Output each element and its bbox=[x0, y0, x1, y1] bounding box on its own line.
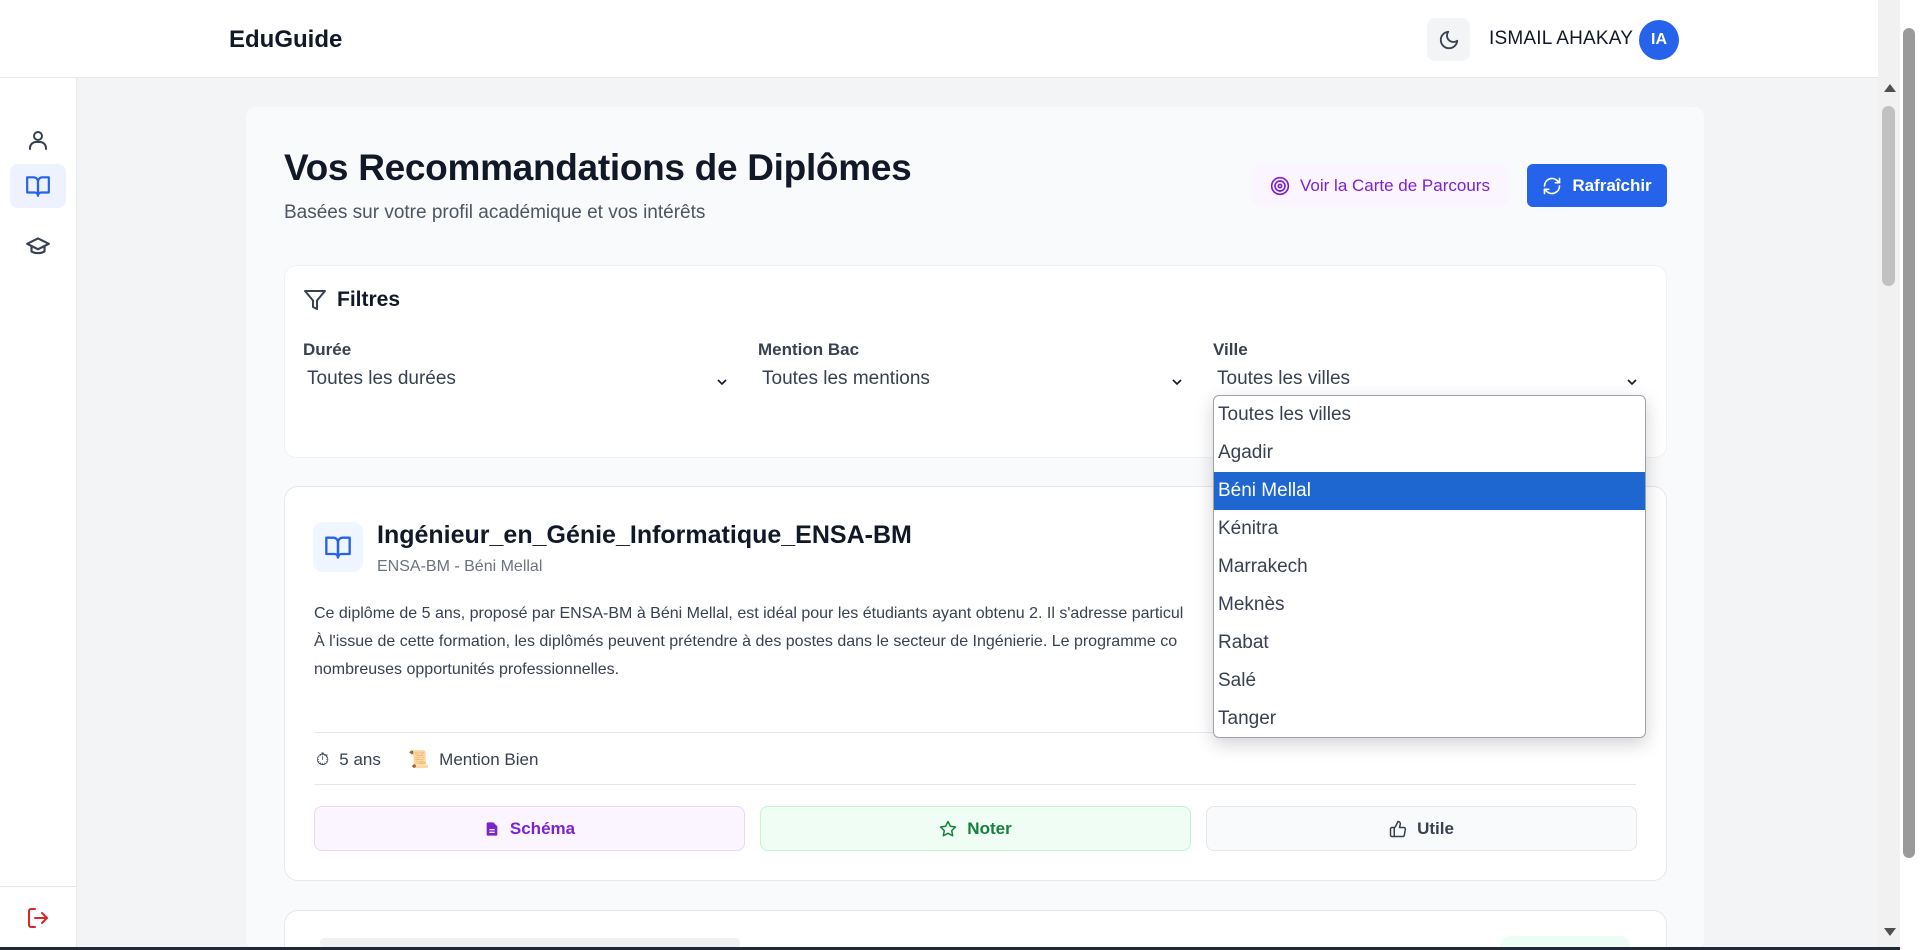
city-option[interactable]: Toutes les villes bbox=[1214, 396, 1645, 434]
useful-button[interactable]: Utile bbox=[1206, 806, 1637, 851]
avatar[interactable]: IA bbox=[1639, 20, 1679, 60]
scroll-thumb[interactable] bbox=[1882, 106, 1895, 286]
diploma-school: ENSA-BM - Béni Mellal bbox=[377, 558, 543, 575]
target-icon bbox=[1270, 176, 1290, 195]
filter-heading: Filtres bbox=[303, 288, 400, 312]
description-line: Ce diplôme de 5 ans, proposé par ENSA-BM… bbox=[314, 605, 1184, 622]
scroll-icon: 📜 bbox=[408, 750, 430, 769]
window-scrollbar[interactable] bbox=[1900, 0, 1920, 950]
view-path-map-label: Voir la Carte de Parcours bbox=[1300, 175, 1490, 195]
refresh-button[interactable]: Rafraîchir bbox=[1527, 164, 1667, 207]
mention-select-value: Toutes les mentions bbox=[762, 368, 930, 389]
chevron-down-icon bbox=[1627, 379, 1637, 386]
city-option[interactable]: Agadir bbox=[1214, 434, 1645, 472]
sidebar-divider bbox=[0, 886, 77, 887]
duration-select[interactable]: Toutes les durées bbox=[303, 368, 736, 396]
page-subtitle: Basées sur votre profil académique et vo… bbox=[284, 202, 706, 223]
graduation-cap-icon bbox=[26, 237, 50, 255]
filter-heading-label: Filtres bbox=[337, 288, 401, 311]
user-name[interactable]: ISMAIL AHAKAY bbox=[1489, 28, 1633, 50]
window-scroll-thumb[interactable] bbox=[1903, 28, 1915, 858]
schema-button[interactable]: Schéma bbox=[314, 806, 745, 851]
mention-select[interactable]: Toutes les mentions bbox=[758, 368, 1191, 396]
city-option[interactable]: Marrakech bbox=[1214, 548, 1645, 586]
sidebar-item-diplomas[interactable] bbox=[10, 224, 66, 268]
theme-toggle-button[interactable] bbox=[1427, 18, 1470, 61]
refresh-label: Rafraîchir bbox=[1572, 175, 1652, 195]
diploma-card-icon bbox=[313, 522, 363, 572]
duration-meta: ⏱ 5 ans bbox=[316, 750, 381, 770]
mention-filter-label: Mention Bac bbox=[758, 340, 860, 359]
page-scrollbar[interactable] bbox=[1878, 0, 1900, 950]
sidebar-item-recommendations[interactable] bbox=[10, 164, 66, 208]
chevron-down-icon bbox=[717, 379, 727, 386]
diploma-description: Ce diplôme de 5 ans, proposé par ENSA-BM… bbox=[314, 600, 1214, 684]
brand-logo[interactable]: EduGuide bbox=[229, 26, 342, 54]
stopwatch-icon: ⏱ bbox=[316, 750, 330, 769]
city-option[interactable]: Tanger bbox=[1214, 700, 1645, 737]
top-bar: EduGuide ISMAIL AHAKAY IA bbox=[0, 0, 1900, 78]
city-option[interactable]: Meknès bbox=[1214, 586, 1645, 624]
city-option[interactable]: Kénitra bbox=[1214, 510, 1645, 548]
description-line: nombreuses opportunités professionnelles… bbox=[314, 661, 620, 678]
schema-label: Schéma bbox=[509, 818, 576, 838]
city-select-value: Toutes les villes bbox=[1217, 368, 1351, 389]
filter-icon bbox=[304, 290, 326, 310]
duration-filter-label: Durée bbox=[303, 340, 352, 359]
refresh-icon bbox=[1543, 177, 1561, 194]
chevron-down-icon bbox=[1172, 379, 1182, 386]
city-filter-label: Ville bbox=[1213, 340, 1248, 359]
duration-value: 5 ans bbox=[339, 750, 381, 769]
useful-label: Utile bbox=[1417, 818, 1454, 838]
rate-button[interactable]: Noter bbox=[760, 806, 1191, 851]
file-icon bbox=[486, 821, 498, 836]
city-dropdown-list[interactable]: Toutes les villes Agadir Béni Mellal Kén… bbox=[1213, 395, 1646, 738]
mention-meta: 📜 Mention Bien bbox=[408, 750, 538, 770]
description-line: À l'issue de cette formation, les diplôm… bbox=[314, 633, 1178, 650]
rate-label: Noter bbox=[967, 818, 1012, 838]
star-icon bbox=[940, 820, 957, 836]
moon-icon bbox=[1439, 30, 1458, 49]
scroll-down-icon[interactable] bbox=[1884, 928, 1896, 936]
city-option[interactable]: Salé bbox=[1214, 662, 1645, 700]
user-icon bbox=[29, 131, 47, 150]
mention-value: Mention Bien bbox=[439, 750, 539, 769]
scroll-up-icon[interactable] bbox=[1884, 84, 1896, 92]
divider bbox=[314, 784, 1636, 785]
thumbs-up-icon bbox=[1389, 820, 1407, 837]
duration-select-value: Toutes les durées bbox=[307, 368, 456, 389]
sidebar-item-profile[interactable] bbox=[10, 118, 66, 162]
book-open-icon bbox=[325, 536, 351, 559]
page-title: Vos Recommandations de Diplômes bbox=[284, 147, 912, 188]
view-path-map-button[interactable]: Voir la Carte de Parcours bbox=[1252, 164, 1508, 207]
city-option[interactable]: Béni Mellal bbox=[1214, 472, 1645, 510]
city-select[interactable]: Toutes les villes bbox=[1213, 368, 1646, 396]
logout-icon bbox=[28, 908, 48, 928]
city-option[interactable]: Rabat bbox=[1214, 624, 1645, 662]
logout-button[interactable] bbox=[10, 896, 66, 940]
diploma-title[interactable]: Ingénieur_en_Génie_Informatique_ENSA-BM bbox=[377, 521, 912, 550]
sidebar bbox=[0, 78, 77, 950]
book-open-icon bbox=[26, 176, 50, 197]
